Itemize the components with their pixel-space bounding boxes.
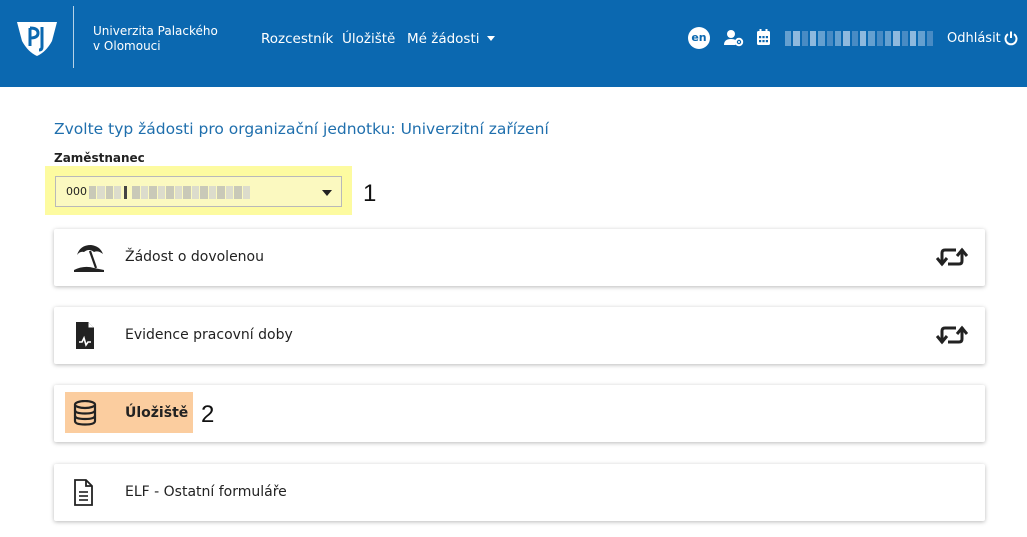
logout-button[interactable]: Odhlásit [947,31,1018,46]
employee-select[interactable]: 000 [55,176,342,207]
database-icon [73,400,97,426]
university-name-line2: v Olomouci [93,39,161,53]
employee-name-redacted [132,186,250,199]
nav-uloziste[interactable]: Úložiště [342,31,395,47]
chevron-down-icon [486,36,495,41]
top-navbar: Univerzita Palackého v Olomouci Rozcestn… [0,0,1027,87]
chevron-down-icon [322,190,332,196]
card-title: Evidence pracovní doby [125,327,293,343]
employee-id-prefix: 000 [66,185,87,198]
university-name[interactable]: Univerzita Palackého v Olomouci [93,24,218,54]
nav-me-zadosti[interactable]: Mé žádosti [407,31,495,47]
university-logo-icon[interactable] [16,19,58,57]
time-sheet-icon [76,322,94,349]
sync-icon[interactable] [936,247,968,267]
employee-label: Zaměstnanec [54,151,145,165]
card-vacation-request[interactable]: Žádost o dovolenou [54,229,985,286]
user-name-redacted[interactable] [785,31,933,46]
card-title-storage[interactable]: Úložiště [125,405,188,421]
nav-me-zadosti-label: Mé žádosti [407,31,480,47]
card-title: Žádost o dovolenou [125,249,264,265]
beach-umbrella-icon [74,245,104,272]
card-time-tracking[interactable]: Evidence pracovní doby [54,307,985,364]
card-storage[interactable] [54,385,985,442]
page-title: Zvolte typ žádosti pro organizační jedno… [54,120,549,138]
card-title: ELF - Ostatní formuláře [125,484,287,500]
employee-separator-redacted [124,186,127,199]
card-other-forms[interactable]: ELF - Ostatní formuláře [54,464,985,521]
logout-label: Odhlásit [947,31,1001,46]
annotation-step1: 1 [363,180,377,207]
user-settings-icon[interactable] [724,29,744,47]
sync-icon[interactable] [936,325,968,345]
employee-id-redacted [89,186,121,199]
university-name-line1: Univerzita Palackého [93,24,218,38]
logo-divider [73,6,74,68]
annotation-step2: 2 [201,401,215,428]
power-icon [1004,31,1018,46]
nav-rozcestnik[interactable]: Rozcestník [261,31,333,47]
calendar-icon[interactable] [757,29,770,45]
language-switch[interactable]: en [688,27,710,49]
document-icon [74,479,93,506]
